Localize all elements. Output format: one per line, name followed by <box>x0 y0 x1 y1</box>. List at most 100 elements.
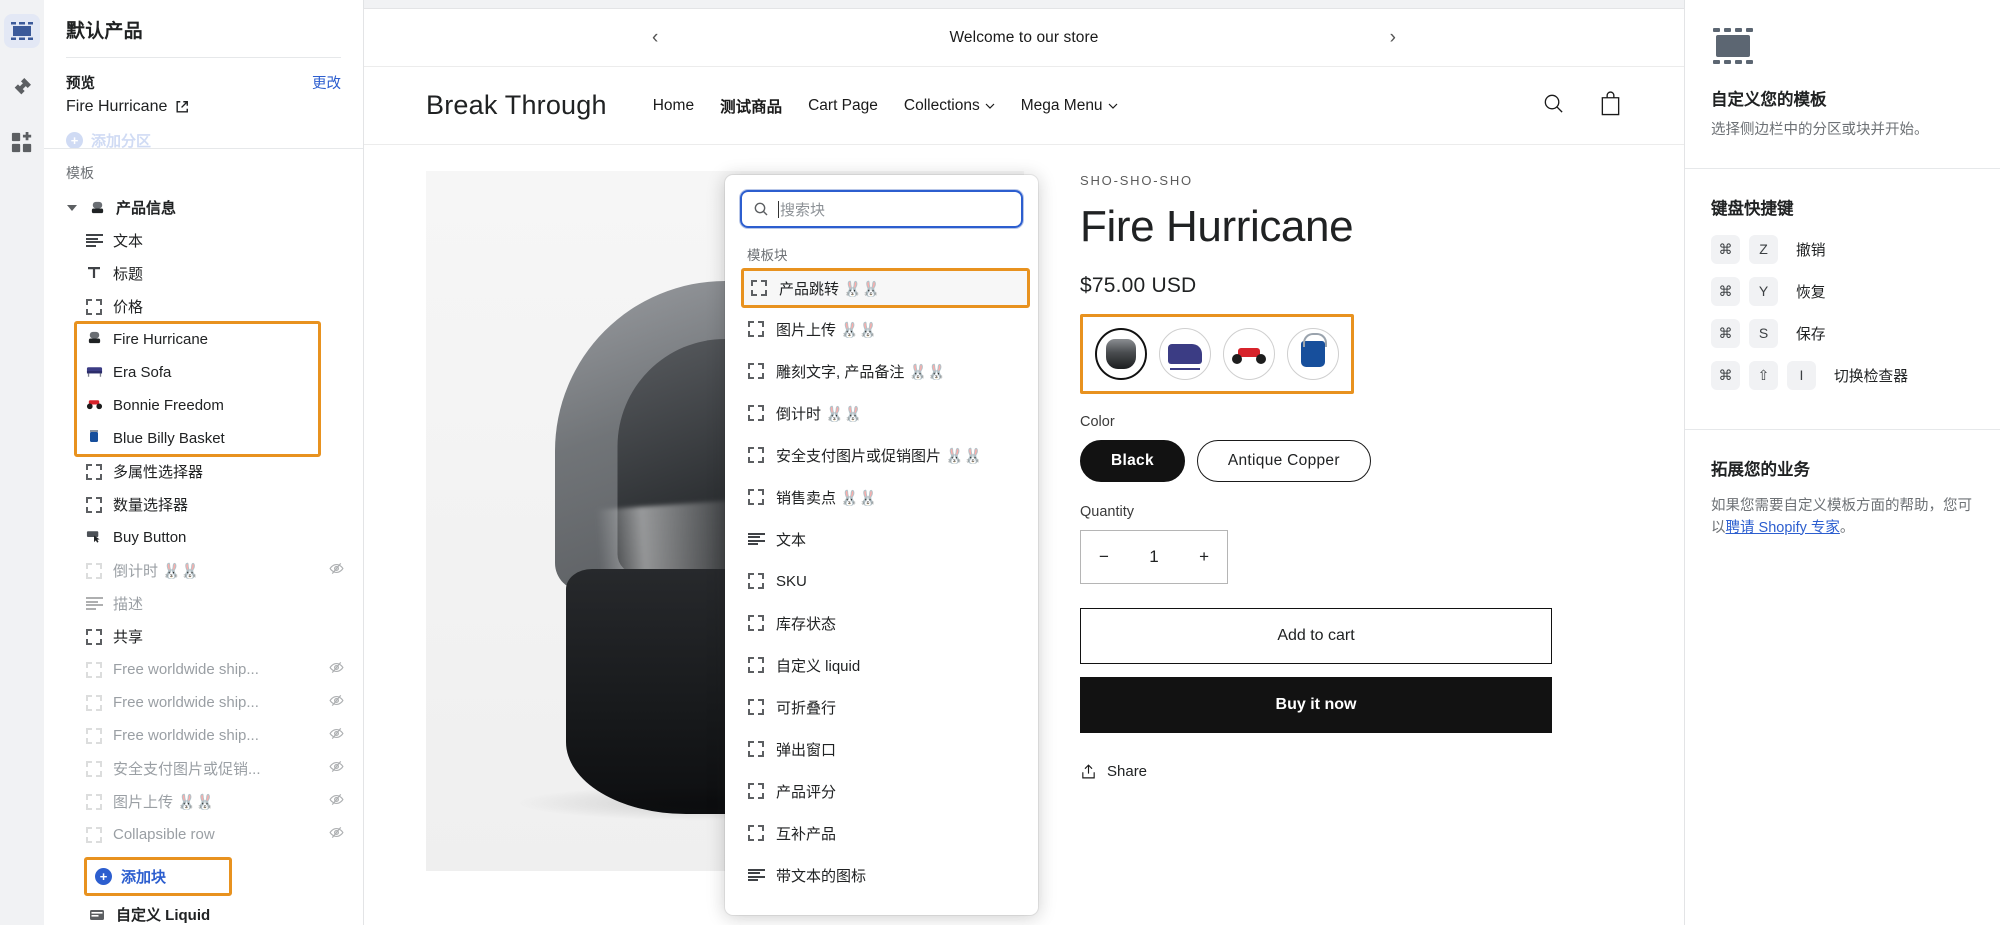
announcement-next-button[interactable]: › <box>1390 27 1396 49</box>
tree-row[interactable]: 价格 <box>44 290 363 323</box>
block-picker-item[interactable]: 文本 <box>725 518 1038 560</box>
nav-link[interactable]: Cart Page <box>808 97 878 115</box>
buy-it-now-button[interactable]: Buy it now <box>1080 677 1552 733</box>
tree-row[interactable]: Free worldwide ship... <box>44 653 363 686</box>
tree-row[interactable]: Buy Button <box>44 521 363 554</box>
tree-row[interactable]: Bonnie Freedom <box>44 389 363 422</box>
tree-row[interactable]: 图片上传 🐰🐰 <box>44 785 363 818</box>
block-picker-item[interactable]: 弹出窗口 <box>725 728 1038 770</box>
change-preview-button[interactable]: 更改 <box>312 72 341 93</box>
block-picker-item[interactable]: 库存状态 <box>725 602 1038 644</box>
block-picker-item[interactable]: 倒计时 🐰🐰 <box>725 392 1038 434</box>
block-picker-item-label: 图片上传 🐰🐰 <box>776 321 878 339</box>
tree-root-product-information[interactable]: 产品信息 <box>44 191 363 224</box>
block-picker-item[interactable]: 自定义 liquid <box>725 644 1038 686</box>
block-picker-item[interactable]: 图片上传 🐰🐰 <box>725 308 1038 350</box>
block-picker-item[interactable]: 产品评分 <box>725 770 1038 812</box>
block-picker-item[interactable]: 产品跳转 🐰🐰 <box>741 268 1030 308</box>
swatch-bonnie-freedom[interactable] <box>1223 328 1275 380</box>
add-block-button[interactable]: + 添加块 <box>84 857 232 896</box>
sidebar-add-section-faded[interactable]: + 添加分区 <box>44 128 363 148</box>
block-icon <box>86 562 102 579</box>
block-picker-item-label: 产品跳转 🐰🐰 <box>779 280 881 298</box>
block-picker-item[interactable]: 互补产品 <box>725 812 1038 854</box>
hire-shopify-expert-link[interactable]: 聘请 Shopify 专家 <box>1726 520 1840 536</box>
tree-row-label: 多属性选择器 <box>113 464 204 481</box>
product-swatch-block[interactable] <box>1080 314 1354 394</box>
tree-row[interactable]: 安全支付图片或促销... <box>44 752 363 785</box>
hidden-eye-icon[interactable] <box>329 759 347 778</box>
cart-icon[interactable] <box>1599 91 1622 120</box>
nav-link[interactable]: 测试商品 <box>720 95 782 117</box>
tree-row[interactable]: 标题 <box>44 257 363 290</box>
tree-row[interactable]: 文本 <box>44 224 363 257</box>
tree-row[interactable]: Free worldwide ship... <box>44 719 363 752</box>
hidden-eye-icon[interactable] <box>329 693 347 712</box>
rail-theme-settings-button[interactable] <box>4 70 40 104</box>
block-icon <box>86 760 102 777</box>
rail-sections-button[interactable] <box>4 14 40 48</box>
share-label: Share <box>1107 763 1148 780</box>
hidden-eye-icon[interactable] <box>329 726 347 745</box>
block-picker-list: 产品跳转 🐰🐰 图片上传 🐰🐰 雕刻文字, 产品备注 🐰🐰 倒计时 🐰🐰 安全支付图片或… <box>725 268 1038 896</box>
tree-row[interactable]: 倒计时 🐰🐰 <box>44 554 363 587</box>
tree-row[interactable]: Free worldwide ship... <box>44 686 363 719</box>
nav-link[interactable]: Collections <box>904 97 995 115</box>
shortcut-key: Y <box>1749 276 1778 306</box>
tree-row[interactable]: 数量选择器 <box>44 488 363 521</box>
nav-link-label: 测试商品 <box>720 98 783 116</box>
storefront-header: Break Through Home 测试商品 Cart Page Collectio… <box>364 67 1684 145</box>
quantity-stepper[interactable]: − 1 + <box>1080 530 1228 584</box>
hidden-eye-icon[interactable] <box>329 825 347 844</box>
cursor-button-icon <box>86 529 103 547</box>
add-to-cart-button[interactable]: Add to cart <box>1080 608 1552 664</box>
block-icon <box>748 321 764 337</box>
shortcut-key: I <box>1787 360 1816 390</box>
tree-row[interactable]: 多属性选择器 <box>44 455 363 488</box>
quantity-increase-button[interactable]: + <box>1199 547 1209 567</box>
block-picker-item[interactable]: 带文本的图标 <box>725 854 1038 896</box>
block-picker-item[interactable]: 安全支付图片或促销图片 🐰🐰 <box>725 434 1038 476</box>
store-logo[interactable]: Break Through <box>426 90 607 121</box>
quantity-decrease-button[interactable]: − <box>1099 547 1109 567</box>
hidden-eye-icon[interactable] <box>329 561 347 580</box>
nav-link[interactable]: Home <box>653 97 694 115</box>
tree-row[interactable]: Fire Hurricane <box>44 323 363 356</box>
tree-row[interactable]: Blue Billy Basket <box>44 422 363 455</box>
color-option-antique-copper[interactable]: Antique Copper <box>1196 440 1371 482</box>
preview-product-link[interactable]: Fire Hurricane <box>66 98 341 116</box>
block-picker-item[interactable]: 可折叠行 <box>725 686 1038 728</box>
tree-row[interactable]: 共享 <box>44 620 363 653</box>
hidden-eye-icon[interactable] <box>329 792 347 811</box>
text-lines-icon <box>85 234 103 247</box>
block-picker-item-label: 自定义 liquid <box>776 657 861 675</box>
search-input[interactable]: 搜索块 <box>740 190 1023 228</box>
block-icon <box>751 280 767 296</box>
block-picker-group-label: 模板块 <box>747 248 788 263</box>
tree-row-label: Collapsible row <box>113 826 215 843</box>
swatch-blue-billy-basket[interactable] <box>1287 328 1339 380</box>
tree-row[interactable]: 描述 <box>44 587 363 620</box>
block-icon <box>86 496 102 513</box>
tree-footer-custom-liquid[interactable]: 自定义 Liquid <box>44 898 363 925</box>
nav-link[interactable]: Mega Menu <box>1021 97 1118 115</box>
swatch-era-sofa[interactable] <box>1159 328 1211 380</box>
block-picker-item[interactable]: 销售卖点 🐰🐰 <box>725 476 1038 518</box>
block-icon <box>86 826 102 843</box>
block-icon <box>748 363 764 379</box>
tree-row[interactable]: Collapsible row <box>44 818 363 851</box>
chevron-down-icon[interactable] <box>66 204 78 211</box>
tree-row[interactable]: Era Sofa <box>44 356 363 389</box>
swatch-fire-hurricane[interactable] <box>1095 328 1147 380</box>
shortcut-key: ⌘ <box>1711 360 1740 390</box>
theme-settings-icon <box>14 78 31 95</box>
rail-apps-button[interactable] <box>4 126 40 160</box>
announcement-prev-button[interactable]: ‹ <box>652 27 658 49</box>
share-button[interactable]: Share <box>1080 763 1552 780</box>
hidden-eye-icon[interactable] <box>329 660 347 679</box>
storefront-nav-right <box>1542 91 1622 120</box>
color-option-black[interactable]: Black <box>1080 440 1185 482</box>
search-icon[interactable] <box>1542 92 1565 119</box>
block-picker-item[interactable]: SKU <box>725 560 1038 602</box>
block-picker-item[interactable]: 雕刻文字, 产品备注 🐰🐰 <box>725 350 1038 392</box>
